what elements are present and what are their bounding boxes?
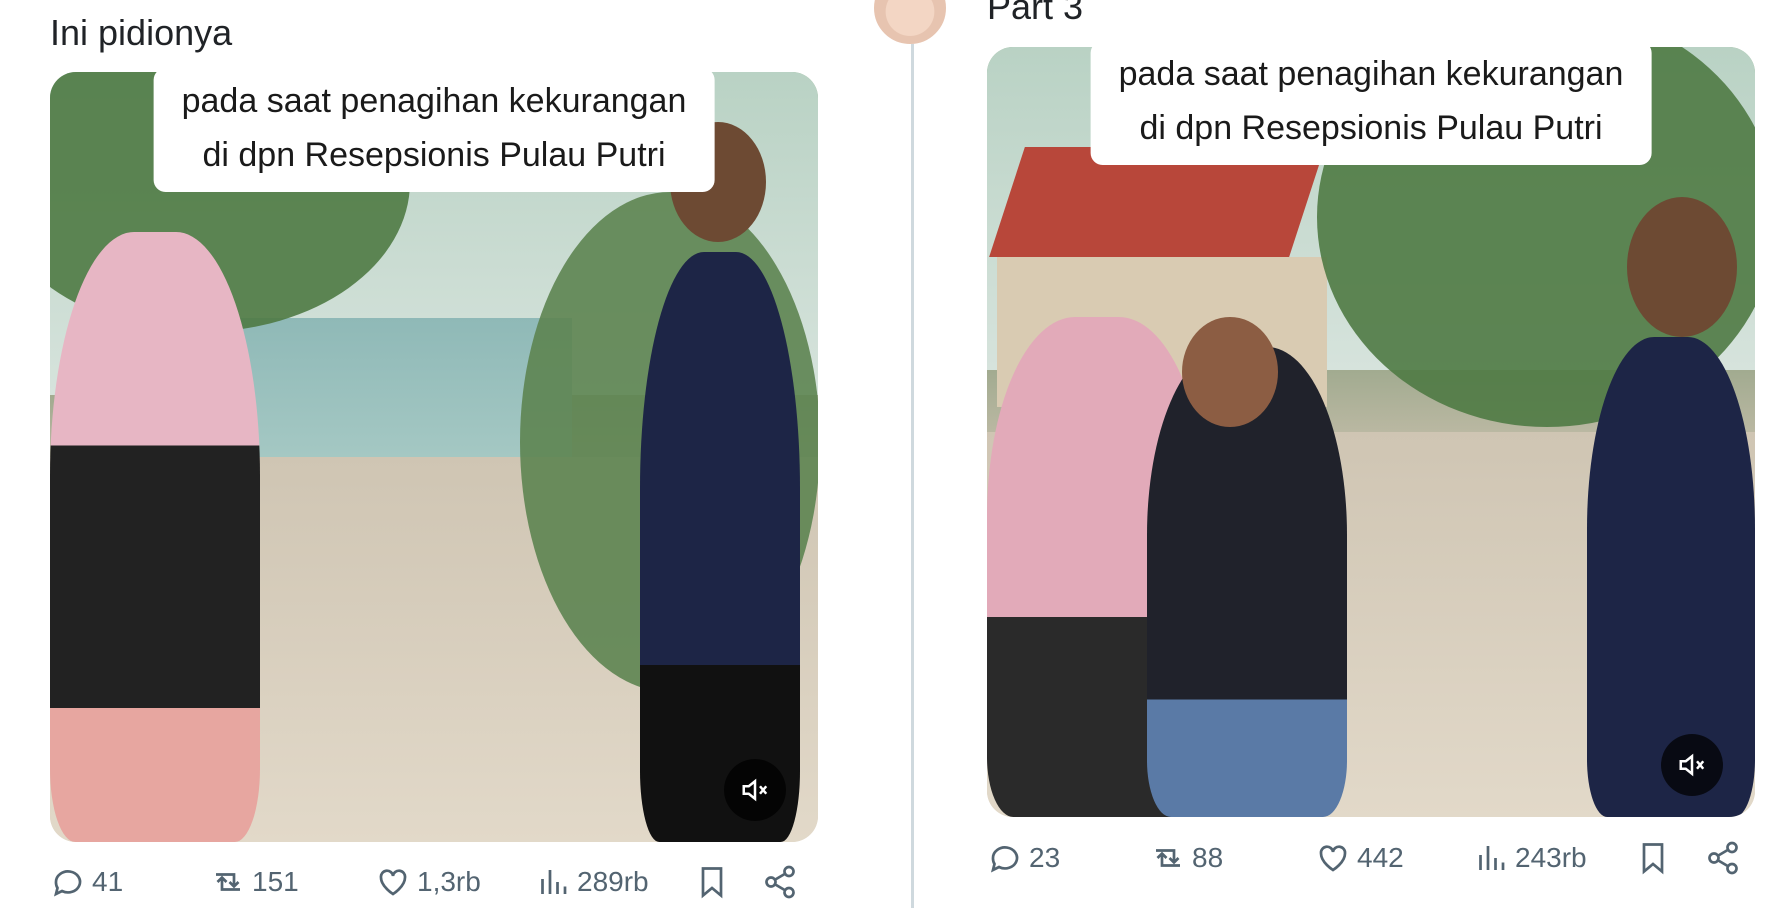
thread-connector-line [911, 44, 914, 908]
video-person-woman [50, 232, 260, 842]
like-count: 1,3rb [417, 866, 481, 897]
reply-button[interactable]: 23 [987, 840, 1060, 876]
repost-icon [1156, 849, 1180, 867]
heart-icon [379, 869, 407, 896]
avatar[interactable] [872, 0, 948, 46]
post-text: Ini pidionya [50, 12, 233, 53]
video-player[interactable]: pada saat penagihan kekurangan di dpn Re… [50, 72, 818, 842]
reply-button[interactable]: 41 [50, 864, 123, 900]
views-button[interactable]: 289rb [535, 864, 649, 900]
mute-icon [742, 778, 768, 802]
heart-icon [1319, 845, 1347, 872]
repost-count: 88 [1192, 842, 1224, 873]
video-person-head [1182, 317, 1278, 427]
repost-button[interactable]: 88 [1150, 840, 1223, 876]
bookmark-icon [1642, 843, 1664, 875]
post-text: Part 3 [987, 0, 1084, 27]
video-overlay-line-1: pada saat penagihan kekurangan [1118, 55, 1624, 93]
mute-button[interactable] [724, 759, 786, 821]
views-count: 243rb [1515, 842, 1587, 873]
repost-icon [216, 873, 240, 891]
video-person-man [640, 252, 800, 842]
video-overlay-text: pada saat penagihan kekurangan di dpn Re… [1090, 47, 1652, 165]
share-icon [765, 865, 795, 899]
share-icon [1708, 841, 1738, 875]
share-button[interactable] [1705, 840, 1741, 876]
video-overlay-line-1: pada saat penagihan kekurangan [181, 82, 687, 120]
share-button[interactable] [762, 864, 798, 900]
bookmark-button[interactable] [1635, 840, 1671, 876]
video-player[interactable]: pada saat penagihan kekurangan di dpn Re… [987, 47, 1755, 817]
repost-button[interactable]: 151 [210, 864, 299, 900]
mute-button[interactable] [1661, 734, 1723, 796]
reply-icon [53, 870, 82, 897]
mute-icon [1679, 753, 1705, 777]
reply-icon [990, 846, 1019, 873]
views-count: 289rb [577, 866, 649, 897]
reply-count: 41 [92, 866, 124, 897]
video-overlay-line-2: di dpn Resepsionis Pulau Putri [1139, 109, 1603, 147]
video-overlay-line-2: di dpn Resepsionis Pulau Putri [202, 136, 666, 174]
like-button[interactable]: 442 [1315, 840, 1404, 876]
post-actions: 41 151 1,3rb 289rb [0, 864, 900, 914]
repost-count: 151 [252, 866, 299, 897]
video-overlay-text: pada saat penagihan kekurangan di dpn Re… [153, 72, 715, 192]
like-count: 442 [1357, 842, 1404, 873]
views-chart-icon [1479, 846, 1505, 870]
post-actions: 23 88 442 243rb [915, 840, 1789, 890]
bookmark-button[interactable] [694, 864, 730, 900]
views-chart-icon [541, 870, 567, 894]
views-button[interactable]: 243rb [1473, 840, 1587, 876]
like-button[interactable]: 1,3rb [375, 864, 481, 900]
video-person-head-2 [1627, 197, 1737, 337]
reply-count: 23 [1029, 842, 1061, 873]
bookmark-icon [701, 867, 723, 899]
